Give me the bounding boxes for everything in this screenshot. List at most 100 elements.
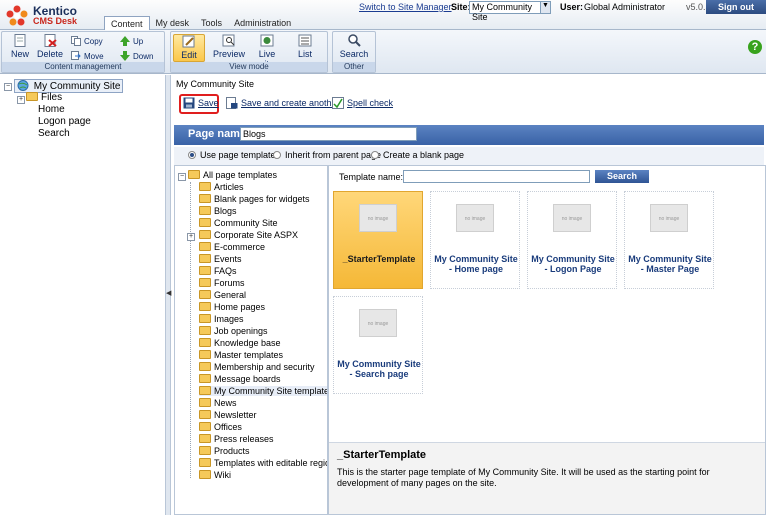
category-item[interactable]: Articles [199, 182, 244, 192]
folder-icon [199, 350, 211, 359]
category-item[interactable]: My Community Site templates [199, 386, 327, 396]
chevron-down-icon[interactable]: ▼ [540, 2, 550, 13]
preview-mode-button[interactable]: Preview [213, 34, 245, 62]
template-tile[interactable]: no image My Community Site - Master Page [624, 191, 714, 289]
delete-button[interactable]: Delete [34, 34, 66, 62]
edit-mode-button[interactable]: Edit [173, 34, 205, 62]
folder-icon [199, 278, 211, 287]
copy-icon [71, 36, 81, 46]
tree-item-logon-page[interactable]: Logon page [38, 116, 91, 127]
search-button[interactable]: Search [338, 34, 370, 62]
site-label: Site: [451, 2, 471, 12]
template-tile[interactable]: no image _StarterTemplate [333, 191, 423, 289]
expand-icon[interactable]: + [17, 96, 25, 104]
top-header: Kentico CMS Desk Content My desk Tools A… [0, 0, 766, 30]
template-tile-name: _StarterTemplate [342, 254, 416, 264]
save-button[interactable]: Save [183, 97, 219, 109]
category-item[interactable]: Home pages [199, 302, 265, 312]
search-icon [348, 34, 361, 47]
sign-out-button[interactable]: Sign out [706, 0, 766, 14]
ribbon-toolbar: New Delete Copy Move Up Down Content man… [0, 30, 766, 74]
move-button[interactable]: Move [71, 51, 104, 61]
template-search-button[interactable]: Search [595, 170, 649, 183]
pane-splitter[interactable]: ◀ [165, 75, 171, 515]
category-item[interactable]: Message boards [199, 374, 281, 384]
template-name-label: Template name: [339, 172, 404, 182]
category-item[interactable]: Forums [199, 278, 245, 288]
up-button[interactable]: Up [120, 36, 143, 46]
save-icon [183, 97, 195, 109]
category-item[interactable]: General [199, 290, 246, 300]
spell-check-button[interactable]: Spell check [332, 97, 393, 109]
tab-administration[interactable]: Administration [228, 16, 297, 30]
collapse-icon[interactable]: − [178, 173, 186, 181]
tree-line [190, 182, 191, 478]
folder-icon [199, 386, 211, 395]
spell-check-icon [332, 97, 344, 109]
category-item[interactable]: Corporate Site ASPX [199, 230, 298, 240]
folder-icon [199, 290, 211, 299]
template-tile[interactable]: no image My Community Site - Logon Page [527, 191, 617, 289]
copy-button[interactable]: Copy [71, 36, 103, 46]
live-site-mode-button[interactable]: Live site [251, 34, 283, 69]
template-tile[interactable]: no image My Community Site - Search page [333, 296, 423, 394]
tab-my-desk[interactable]: My desk [150, 16, 196, 30]
category-item[interactable]: Events [199, 254, 242, 264]
other-group: Search Other [332, 31, 376, 73]
switch-to-site-manager-link[interactable]: Switch to Site Manager [359, 2, 452, 12]
template-name-input[interactable] [403, 170, 590, 183]
folder-icon [199, 266, 211, 275]
tab-tools[interactable]: Tools [195, 16, 228, 30]
use-page-template-radio[interactable]: Use page template [188, 150, 276, 160]
move-icon [71, 51, 81, 60]
site-select[interactable]: My Community Site ▼ [469, 1, 551, 22]
category-item[interactable]: Offices [199, 422, 242, 432]
tree-item-files[interactable]: Files [26, 92, 62, 103]
help-icon[interactable]: ? [748, 40, 762, 54]
template-description-title: _StarterTemplate [337, 449, 427, 461]
new-button[interactable]: New [4, 34, 36, 62]
user-value: Global Administrator [584, 2, 666, 12]
inherit-from-parent-radio[interactable]: Inherit from parent page [273, 150, 381, 160]
category-item[interactable]: Knowledge base [199, 338, 281, 348]
category-item[interactable]: Blogs [199, 206, 237, 216]
radio-selected-icon [188, 151, 196, 159]
category-item[interactable]: Blank pages for widgets [199, 194, 310, 204]
category-all-page-templates[interactable]: All page templates [188, 170, 277, 180]
down-button[interactable]: Down [120, 51, 153, 61]
category-item[interactable]: Newsletter [199, 410, 257, 420]
category-item[interactable]: News [199, 398, 237, 408]
folder-icon [199, 254, 211, 263]
category-item[interactable]: Images [199, 314, 244, 324]
category-item[interactable]: Master templates [199, 350, 283, 360]
tree-item-search[interactable]: Search [38, 128, 70, 139]
collapse-pane-icon[interactable]: ◀ [166, 289, 171, 297]
folder-icon [199, 302, 211, 311]
category-item[interactable]: Products [199, 446, 250, 456]
category-item[interactable]: Wiki [199, 470, 231, 480]
category-item[interactable]: Templates with editable regio [199, 458, 327, 468]
category-item[interactable]: Job openings [199, 326, 268, 336]
create-blank-page-radio[interactable]: Create a blank page [371, 150, 464, 160]
tab-content[interactable]: Content [104, 16, 150, 30]
template-tile[interactable]: no image My Community Site - Home page [430, 191, 520, 289]
folder-icon [199, 338, 211, 347]
expand-icon[interactable]: + [187, 233, 195, 241]
save-and-create-another-button[interactable]: Save and create another [226, 97, 340, 109]
tree-item-home[interactable]: Home [38, 104, 65, 115]
category-item[interactable]: Community Site [199, 218, 278, 228]
page-name-input[interactable]: Blogs [240, 127, 417, 141]
folder-icon [199, 218, 211, 227]
collapse-icon[interactable]: − [4, 83, 12, 91]
folder-icon [199, 230, 211, 239]
folder-icon [199, 434, 211, 443]
category-item[interactable]: Membership and security [199, 362, 315, 372]
list-mode-button[interactable]: List [289, 34, 321, 62]
logo-subtext: CMS Desk [33, 16, 78, 26]
category-item[interactable]: E-commerce [199, 242, 265, 252]
category-item[interactable]: Press releases [199, 434, 274, 444]
folder-icon [199, 422, 211, 431]
tree-root-my-community-site[interactable]: My Community Site [14, 79, 124, 93]
template-description-body: This is the starter page template of My … [337, 467, 710, 488]
category-item[interactable]: FAQs [199, 266, 237, 276]
